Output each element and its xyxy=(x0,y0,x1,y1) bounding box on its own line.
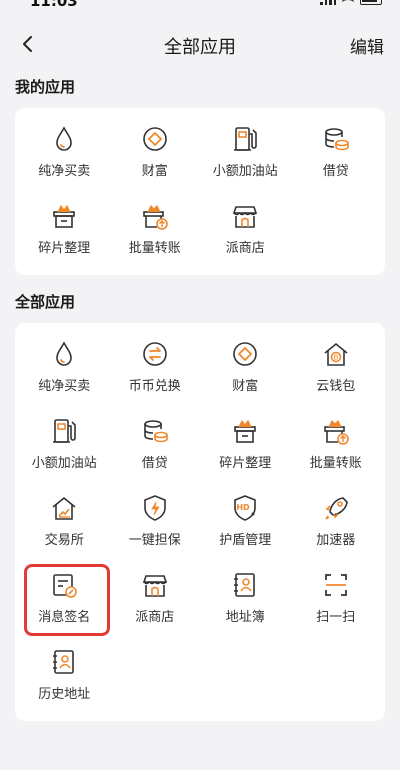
app-label: 碎片整理 xyxy=(38,241,91,256)
app-label: 批量转账 xyxy=(309,456,362,471)
history-address-icon xyxy=(49,647,79,677)
all-apps-title: 全部应用 xyxy=(15,293,76,311)
status-bar: 11:03 xyxy=(0,0,400,14)
fuel-pump-icon xyxy=(49,416,79,446)
gift-box-icon xyxy=(230,416,260,446)
app-shield-bolt[interactable]: 一键担保 xyxy=(110,491,201,568)
app-rocket[interactable]: 加速器 xyxy=(291,491,382,568)
my-apps-title: 我的应用 xyxy=(15,78,76,96)
shield-bolt-icon xyxy=(140,493,170,523)
app-store[interactable]: 派商店 xyxy=(200,199,291,276)
edit-button[interactable]: 编辑 xyxy=(350,33,384,58)
app-label: 借贷 xyxy=(322,164,349,179)
app-label: 云钱包 xyxy=(316,379,356,394)
message-sign-icon xyxy=(49,570,79,600)
wifi-icon xyxy=(342,0,354,5)
gift-box-icon xyxy=(49,201,79,231)
nav-bar: 全部应用 编辑 xyxy=(0,24,400,64)
app-label: 借贷 xyxy=(141,456,168,471)
app-label: 历史地址 xyxy=(38,687,91,702)
app-batch-transfer[interactable]: 批量转账 xyxy=(291,414,382,491)
app-label: 小额加油站 xyxy=(212,164,278,179)
hd-shield-icon: HD xyxy=(230,493,260,523)
app-label: 币币兑换 xyxy=(128,379,181,394)
app-coin-stack[interactable]: 借贷 xyxy=(110,414,201,491)
app-fuel-pump[interactable]: 小额加油站 xyxy=(19,414,110,491)
app-label: 财富 xyxy=(141,164,168,179)
app-label: 一键担保 xyxy=(128,533,181,548)
app-history-address[interactable]: 历史地址 xyxy=(19,645,110,722)
app-label: 地址簿 xyxy=(225,610,265,625)
app-label: 纯净买卖 xyxy=(38,164,91,179)
svg-text:B: B xyxy=(333,354,338,362)
svg-text:HD: HD xyxy=(237,503,251,512)
app-exchange[interactable]: 币币兑换 xyxy=(110,337,201,414)
batch-transfer-icon xyxy=(321,416,351,446)
app-label: 批量转账 xyxy=(128,241,181,256)
status-icons xyxy=(320,0,382,5)
my-apps-card: 纯净买卖 财富 小额加油站 借贷碎片整理 批量转账 派商店 xyxy=(15,108,385,275)
app-label: 护盾管理 xyxy=(219,533,272,548)
cloud-wallet-icon: B xyxy=(321,339,351,369)
app-label: 派商店 xyxy=(135,610,175,625)
app-droplet[interactable]: 纯净买卖 xyxy=(19,337,110,414)
droplet-icon xyxy=(49,339,79,369)
app-label: 财富 xyxy=(232,379,259,394)
coin-stack-icon xyxy=(140,416,170,446)
battery-icon xyxy=(360,0,382,5)
app-scan[interactable]: 扫一扫 xyxy=(291,568,382,645)
app-exchange-house[interactable]: 交易所 xyxy=(19,491,110,568)
app-cloud-wallet[interactable]: B 云钱包 xyxy=(291,337,382,414)
all-apps-card: 纯净买卖 币币兑换 财富 B 云钱包小额加油站 借贷 碎片整理 批量转账交易所 一键担保 HD 护盾… xyxy=(15,323,385,721)
exchange-house-icon xyxy=(49,493,79,523)
app-diamond-coin[interactable]: 财富 xyxy=(200,337,291,414)
rocket-icon xyxy=(321,493,351,523)
status-time: 11:03 xyxy=(30,0,78,10)
app-label: 消息签名 xyxy=(38,610,91,625)
address-book-icon xyxy=(230,570,260,600)
app-address-book[interactable]: 地址簿 xyxy=(200,568,291,645)
app-label: 纯净买卖 xyxy=(38,379,91,394)
app-coin-stack[interactable]: 借贷 xyxy=(291,122,382,199)
app-batch-transfer[interactable]: 批量转账 xyxy=(110,199,201,276)
droplet-icon xyxy=(49,124,79,154)
my-apps-grid: 纯净买卖 财富 小额加油站 借贷碎片整理 批量转账 派商店 xyxy=(15,108,385,276)
signal-icon xyxy=(320,0,336,5)
app-message-sign[interactable]: 消息签名 xyxy=(19,564,110,645)
app-label: 碎片整理 xyxy=(219,456,272,471)
fuel-pump-icon xyxy=(230,124,260,154)
diamond-coin-icon xyxy=(140,124,170,154)
app-store[interactable]: 派商店 xyxy=(110,568,201,645)
page-title: 全部应用 xyxy=(164,37,236,58)
app-label: 小额加油站 xyxy=(31,456,97,471)
coin-stack-icon xyxy=(321,124,351,154)
app-label: 交易所 xyxy=(44,533,84,548)
app-label: 派商店 xyxy=(225,241,265,256)
scan-icon xyxy=(321,570,351,600)
app-fuel-pump[interactable]: 小额加油站 xyxy=(200,122,291,199)
batch-transfer-icon xyxy=(140,201,170,231)
app-droplet[interactable]: 纯净买卖 xyxy=(19,122,110,199)
exchange-icon xyxy=(140,339,170,369)
store-icon xyxy=(140,570,170,600)
diamond-coin-icon xyxy=(230,339,260,369)
all-apps-grid: 纯净买卖 币币兑换 财富 B 云钱包小额加油站 借贷 碎片整理 批量转账交易所 一键担保 HD 护盾… xyxy=(15,323,385,722)
app-hd-shield[interactable]: HD 护盾管理 xyxy=(200,491,291,568)
app-gift-box[interactable]: 碎片整理 xyxy=(200,414,291,491)
app-gift-box[interactable]: 碎片整理 xyxy=(19,199,110,276)
app-label: 扫一扫 xyxy=(316,610,356,625)
app-label: 加速器 xyxy=(316,533,356,548)
app-diamond-coin[interactable]: 财富 xyxy=(110,122,201,199)
store-icon xyxy=(230,201,260,231)
